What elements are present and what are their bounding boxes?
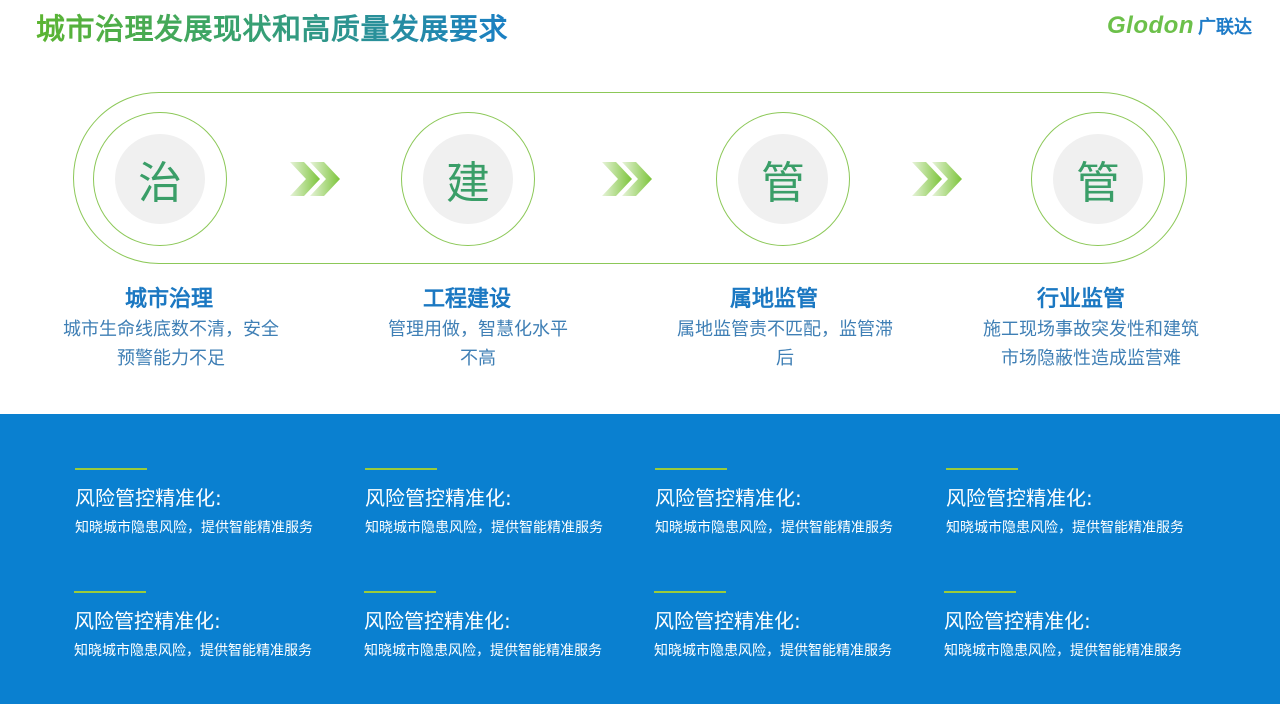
card-text: 知晓城市隐患风险，提供智能精准服务	[655, 520, 893, 536]
card-title: 风险管控精准化:	[654, 609, 801, 633]
logo-chinese-name: 广联达	[1198, 17, 1252, 38]
card-text: 知晓城市隐患风险，提供智能精准服务	[74, 643, 312, 659]
stage-2-title: 工程建设	[422, 287, 511, 312]
requirement-card: 风险管控精准化: 知晓城市隐患风险，提供智能精准服务	[944, 591, 1214, 660]
logo-wordmark: Glodon	[1107, 12, 1194, 39]
stage-4-desc-line-2: 市场隐蔽性造成监营难	[1001, 348, 1181, 369]
card-title: 风险管控精准化:	[655, 486, 802, 510]
stage-3-description: 属地监管责不匹配，监管滞 后	[660, 315, 910, 373]
stage-3-glyph: 管	[738, 134, 828, 224]
page-title: 城市治理发展现状和高质量发展要求	[36, 6, 508, 48]
stage-2-ring: 建	[401, 112, 535, 246]
stage-4-ring: 管	[1031, 112, 1165, 246]
card-accent-line	[75, 468, 147, 470]
stage-2-description: 管理用做，智慧化水平 不高	[353, 315, 603, 373]
stage-4-glyph: 管	[1053, 134, 1143, 224]
stage-1-title: 城市治理	[124, 287, 213, 312]
stage-4-description: 施工现场事故突发性和建筑 市场隐蔽性造成监营难	[966, 315, 1216, 373]
requirement-card: 风险管控精准化: 知晓城市隐患风险，提供智能精准服务	[365, 468, 635, 537]
stage-2-desc-line-1: 管理用做，智慧化水平	[388, 319, 568, 340]
stage-3-ring: 管	[716, 112, 850, 246]
requirement-card: 风险管控精准化: 知晓城市隐患风险，提供智能精准服务	[74, 591, 344, 660]
stage-2-desc-line-2: 不高	[460, 348, 496, 369]
double-chevron-right-icon	[290, 162, 340, 196]
stage-3-title: 属地监管	[729, 287, 818, 312]
card-text: 知晓城市隐患风险，提供智能精准服务	[946, 520, 1184, 536]
card-accent-line	[74, 591, 146, 593]
card-title: 风险管控精准化:	[944, 609, 1091, 633]
card-title: 风险管控精准化:	[74, 609, 221, 633]
card-accent-line	[944, 591, 1016, 593]
stage-1-desc-line-2: 预警能力不足	[117, 348, 225, 369]
stage-2-glyph: 建	[423, 134, 513, 224]
card-text: 知晓城市隐患风险，提供智能精准服务	[364, 643, 602, 659]
card-title: 风险管控精准化:	[364, 609, 511, 633]
requirement-card: 风险管控精准化: 知晓城市隐患风险，提供智能精准服务	[654, 591, 924, 660]
card-accent-line	[654, 591, 726, 593]
card-title: 风险管控精准化:	[365, 486, 512, 510]
brand-logo: Glodon 广联达	[1107, 12, 1252, 40]
stage-4-title: 行业监管	[1036, 287, 1125, 312]
card-text: 知晓城市隐患风险，提供智能精准服务	[75, 520, 313, 536]
card-accent-line	[365, 468, 437, 470]
card-text: 知晓城市隐患风险，提供智能精准服务	[654, 643, 892, 659]
card-title: 风险管控精准化:	[946, 486, 1093, 510]
requirements-band: 风险管控精准化: 知晓城市隐患风险，提供智能精准服务 风险管控精准化: 知晓城市…	[0, 414, 1280, 704]
requirement-card: 风险管控精准化: 知晓城市隐患风险，提供智能精准服务	[655, 468, 925, 537]
stage-1-glyph: 治	[115, 134, 205, 224]
requirement-card: 风险管控精准化: 知晓城市隐患风险，提供智能精准服务	[75, 468, 345, 537]
stage-3-desc-line-1: 属地监管责不匹配，监管滞	[677, 319, 893, 340]
double-chevron-right-icon	[912, 162, 962, 196]
requirement-card: 风险管控精准化: 知晓城市隐患风险，提供智能精准服务	[364, 591, 634, 660]
double-chevron-right-icon	[602, 162, 652, 196]
stage-4-desc-line-1: 施工现场事故突发性和建筑	[983, 319, 1199, 340]
stage-1-desc-line-1: 城市生命线底数不清，安全	[63, 319, 279, 340]
card-accent-line	[655, 468, 727, 470]
card-accent-line	[946, 468, 1018, 470]
requirement-card: 风险管控精准化: 知晓城市隐患风险，提供智能精准服务	[946, 468, 1216, 537]
stage-1-description: 城市生命线底数不清，安全 预警能力不足	[46, 315, 296, 373]
stage-3-desc-line-2: 后	[776, 348, 794, 369]
stage-1-ring: 治	[93, 112, 227, 246]
card-title: 风险管控精准化:	[75, 486, 222, 510]
card-text: 知晓城市隐患风险，提供智能精准服务	[944, 643, 1182, 659]
card-accent-line	[364, 591, 436, 593]
card-text: 知晓城市隐患风险，提供智能精准服务	[365, 520, 603, 536]
